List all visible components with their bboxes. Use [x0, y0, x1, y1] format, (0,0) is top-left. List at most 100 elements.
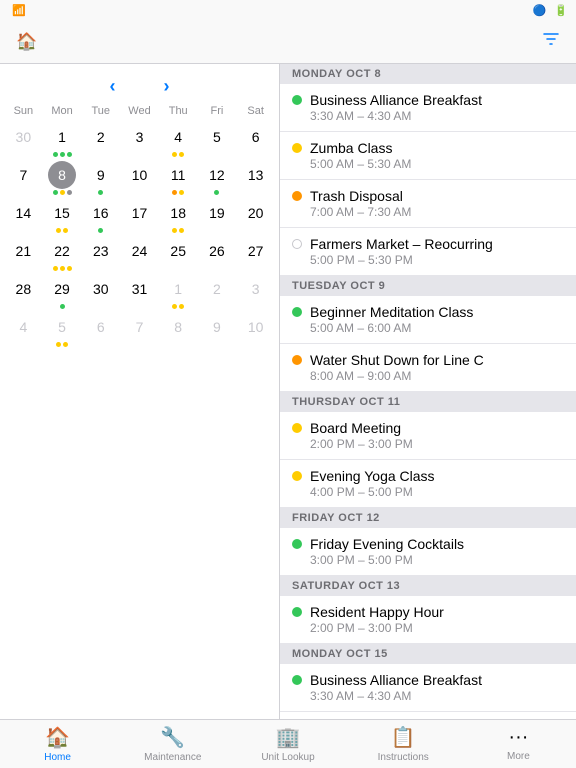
calendar-day-cell[interactable]: 3 [236, 273, 275, 311]
calendar-date: 26 [203, 237, 231, 265]
calendar-date: 20 [242, 199, 270, 227]
calendar-day-cell[interactable]: 7 [120, 311, 159, 349]
event-item[interactable]: Trash Disposal7:00 AM – 7:30 AM [280, 180, 576, 228]
event-dot-indicator [60, 190, 65, 195]
event-item[interactable]: Business Alliance Breakfast3:30 AM – 4:3… [280, 84, 576, 132]
calendar-day-cell[interactable]: 1 [43, 121, 82, 159]
calendar-grid: 3012345678910111213141516171819202122232… [4, 121, 275, 349]
calendar-day-cell[interactable]: 16 [81, 197, 120, 235]
day-section-header: MONDAY OCT 8 [280, 64, 576, 84]
day-header-label: Thu [159, 105, 198, 117]
calendar-day-cell[interactable]: 9 [81, 159, 120, 197]
calendar-day-cell[interactable]: 21 [4, 235, 43, 273]
calendar-day-cell[interactable]: 28 [4, 273, 43, 311]
calendar-day-cell[interactable]: 17 [120, 197, 159, 235]
event-dot-indicator [179, 152, 184, 157]
calendar-day-cell[interactable]: 25 [159, 235, 198, 273]
calendar-day-cell[interactable]: 27 [236, 235, 275, 273]
tab-item-home[interactable]: 🏠Home [0, 725, 115, 763]
home-nav-button[interactable]: 🏠 [16, 32, 41, 52]
tab-item-maintenance[interactable]: 🔧Maintenance [115, 725, 230, 763]
event-item[interactable]: Zumba Class5:00 AM – 5:30 AM [280, 712, 576, 719]
calendar-day-cell[interactable]: 12 [198, 159, 237, 197]
event-title: Farmers Market – Reocurring [310, 236, 493, 252]
calendar-day-cell[interactable]: 13 [236, 159, 275, 197]
tab-bar: 🏠Home🔧Maintenance🏢Unit Lookup📋Instructio… [0, 719, 576, 768]
calendar-day-cell[interactable]: 18 [159, 197, 198, 235]
event-item[interactable]: Beginner Meditation Class5:00 AM – 6:00 … [280, 296, 576, 344]
calendar-day-cell[interactable]: 8 [159, 311, 198, 349]
tab-label: Instructions [378, 752, 429, 763]
event-dot-indicator [60, 266, 65, 271]
event-item[interactable]: Board Meeting2:00 PM – 3:00 PM [280, 412, 576, 460]
event-title: Trash Disposal [310, 188, 411, 204]
event-dots [172, 152, 184, 157]
calendar-day-cell[interactable]: 10 [120, 159, 159, 197]
tab-item-instructions[interactable]: 📋Instructions [346, 725, 461, 763]
calendar-day-cell[interactable]: 5 [198, 121, 237, 159]
calendar-day-cell[interactable]: 30 [4, 121, 43, 159]
event-item[interactable]: Resident Happy Hour2:00 PM – 3:00 PM [280, 596, 576, 644]
calendar-date: 10 [125, 161, 153, 189]
event-time: 5:00 AM – 6:00 AM [310, 321, 473, 335]
calendar-day-cell[interactable]: 22 [43, 235, 82, 273]
event-item[interactable]: Business Alliance Breakfast3:30 AM – 4:3… [280, 664, 576, 712]
event-dot-indicator [53, 152, 58, 157]
event-title: Board Meeting [310, 420, 413, 436]
calendar-day-cell[interactable]: 1 [159, 273, 198, 311]
calendar-date: 14 [9, 199, 37, 227]
calendar-day-cell[interactable]: 14 [4, 197, 43, 235]
calendar-date: 12 [203, 161, 231, 189]
nav-bar: 🏠 [0, 20, 576, 64]
calendar-day-cell[interactable]: 20 [236, 197, 275, 235]
tab-icon: 🔧 [160, 725, 185, 750]
event-item[interactable]: Water Shut Down for Line C8:00 AM – 9:00… [280, 344, 576, 392]
calendar-day-cell[interactable]: 7 [4, 159, 43, 197]
calendar-day-cell[interactable]: 4 [159, 121, 198, 159]
tab-item-unit-lookup[interactable]: 🏢Unit Lookup [230, 725, 345, 763]
calendar-date: 18 [164, 199, 192, 227]
calendar-day-cell[interactable]: 31 [120, 273, 159, 311]
calendar-day-cell[interactable]: 15 [43, 197, 82, 235]
next-month-button[interactable]: › [160, 76, 174, 97]
calendar-day-cell[interactable]: 2 [81, 121, 120, 159]
calendar-day-cell[interactable]: 11 [159, 159, 198, 197]
event-item[interactable]: Friday Evening Cocktails3:00 PM – 5:00 P… [280, 528, 576, 576]
event-info: Resident Happy Hour2:00 PM – 3:00 PM [310, 604, 444, 635]
day-section-header: SATURDAY OCT 13 [280, 576, 576, 596]
event-item[interactable]: Evening Yoga Class4:00 PM – 5:00 PM [280, 460, 576, 508]
calendar-day-cell[interactable]: 19 [198, 197, 237, 235]
events-panel[interactable]: MONDAY OCT 8Business Alliance Breakfast3… [280, 64, 576, 719]
calendar-day-cell[interactable]: 29 [43, 273, 82, 311]
calendar-day-cell[interactable]: 8 [43, 159, 82, 197]
calendar-day-cell[interactable]: 6 [81, 311, 120, 349]
calendar-header: ‹ › [4, 72, 275, 105]
calendar-day-cell[interactable]: 3 [120, 121, 159, 159]
event-info: Business Alliance Breakfast3:30 AM – 4:3… [310, 672, 482, 703]
calendar-date: 25 [164, 237, 192, 265]
calendar-day-cell[interactable]: 9 [198, 311, 237, 349]
event-dot-indicator [67, 190, 72, 195]
calendar-day-cell[interactable]: 10 [236, 311, 275, 349]
calendar-date: 31 [125, 275, 153, 303]
calendar-day-cell[interactable]: 26 [198, 235, 237, 273]
day-section: MONDAY OCT 8Business Alliance Breakfast3… [280, 64, 576, 276]
event-dot-indicator [56, 228, 61, 233]
calendar-day-cell[interactable]: 23 [81, 235, 120, 273]
wifi-icon: 📶 [12, 4, 26, 17]
event-item[interactable]: Farmers Market – Reocurring5:00 PM – 5:3… [280, 228, 576, 276]
calendar-day-cell[interactable]: 30 [81, 273, 120, 311]
calendar-day-cell[interactable]: 5 [43, 311, 82, 349]
tab-item-more[interactable]: ···More [461, 726, 576, 762]
calendar-day-cell[interactable]: 6 [236, 121, 275, 159]
calendar-day-cell[interactable]: 2 [198, 273, 237, 311]
event-item[interactable]: Zumba Class5:00 AM – 5:30 AM [280, 132, 576, 180]
calendar-day-cell[interactable]: 24 [120, 235, 159, 273]
event-color-dot [292, 423, 302, 433]
calendar-day-cell[interactable]: 4 [4, 311, 43, 349]
event-color-dot [292, 191, 302, 201]
day-header-label: Wed [120, 105, 159, 117]
prev-month-button[interactable]: ‹ [106, 76, 120, 97]
event-title: Resident Happy Hour [310, 604, 444, 620]
filter-button[interactable] [542, 30, 560, 53]
